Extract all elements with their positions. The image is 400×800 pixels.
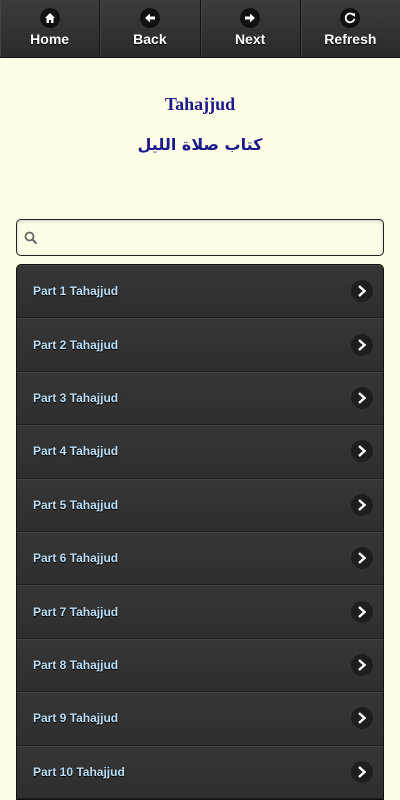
- list-item-label: Part 8 Tahajjud: [33, 657, 119, 672]
- chevron-right-icon: [351, 333, 373, 356]
- list-item-part-4[interactable]: Part 4 Tahajjud: [17, 425, 383, 479]
- home-icon: [39, 8, 60, 28]
- arrow-right-icon: [240, 8, 261, 28]
- list-item-label: Part 7 Tahajjud: [33, 604, 119, 619]
- home-button-label: Home: [30, 31, 70, 47]
- search-box: [16, 219, 384, 256]
- search-input[interactable]: [45, 221, 377, 254]
- chevron-right-icon: [351, 547, 373, 570]
- list-item-part-9[interactable]: Part 9 Tahajjud: [17, 692, 383, 746]
- list-item-part-5[interactable]: Part 5 Tahajjud: [17, 478, 383, 532]
- chevron-right-icon: [351, 280, 373, 303]
- arrow-left-icon: [139, 8, 160, 28]
- refresh-icon: [340, 8, 361, 28]
- list-item-label: Part 3 Tahajjud: [33, 390, 119, 405]
- list-item-label: Part 1 Tahajjud: [33, 284, 119, 299]
- list-item-label: Part 10 Tahajjud: [33, 764, 125, 779]
- parts-list: Part 1 Tahajjud Part 2 Tahajjud Part 3 T…: [16, 264, 384, 800]
- page-subtitle-arabic: كتاب صلاة الليل: [137, 135, 263, 154]
- back-button[interactable]: Back: [100, 0, 201, 57]
- next-button-label: Next: [234, 31, 266, 47]
- search-icon: [23, 230, 39, 246]
- chevron-right-icon: [351, 707, 373, 730]
- list-item-part-6[interactable]: Part 6 Tahajjud: [17, 531, 383, 586]
- list-item-label: Part 2 Tahajjud: [33, 337, 119, 352]
- list-item-part-3[interactable]: Part 3 Tahajjud: [17, 371, 383, 426]
- list-item-label: Part 6 Tahajjud: [33, 551, 119, 566]
- chevron-right-icon: [351, 653, 373, 676]
- list-item-label: Part 9 Tahajjud: [33, 711, 119, 726]
- list-item-part-1[interactable]: Part 1 Tahajjud: [17, 265, 383, 319]
- chevron-right-icon: [351, 440, 373, 463]
- back-button-label: Back: [133, 31, 167, 47]
- page-title: Tahajjud: [164, 94, 236, 114]
- top-navbar: Home Back Next Refresh: [0, 0, 400, 58]
- list-item-part-2[interactable]: Part 2 Tahajjud: [17, 318, 383, 372]
- refresh-button-label: Refresh: [324, 31, 377, 47]
- chevron-right-icon: [351, 386, 373, 409]
- next-button[interactable]: Next: [200, 0, 301, 57]
- list-item-part-10[interactable]: Part 10 Tahajjud: [17, 745, 383, 799]
- chevron-right-icon: [351, 493, 373, 516]
- chevron-right-icon: [351, 760, 373, 783]
- list-item-part-8[interactable]: Part 8 Tahajjud: [17, 638, 383, 693]
- list-item-label: Part 5 Tahajjud: [33, 497, 119, 512]
- list-item-part-7[interactable]: Part 7 Tahajjud: [17, 585, 383, 639]
- refresh-button[interactable]: Refresh: [300, 0, 400, 57]
- chevron-right-icon: [351, 600, 373, 623]
- list-item-label: Part 4 Tahajjud: [33, 444, 119, 459]
- home-button[interactable]: Home: [0, 0, 101, 57]
